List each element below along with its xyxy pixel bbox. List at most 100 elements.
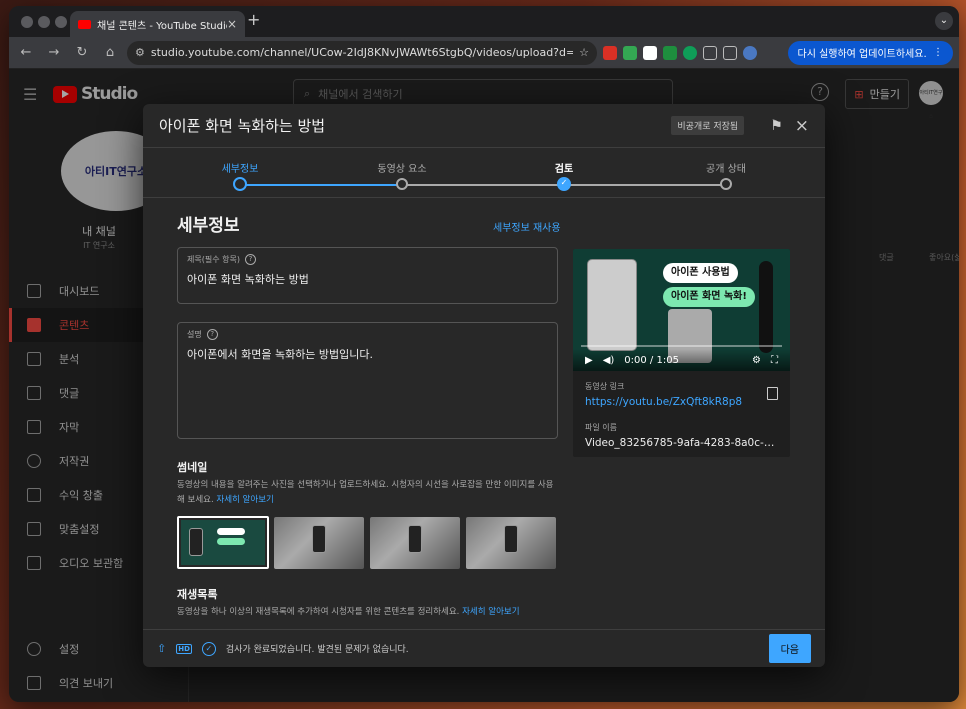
video-meta: 동영상 링크 https://youtu.be/ZxQft8kR8p8 파일 이… (573, 371, 790, 457)
section-title: 세부정보 (177, 216, 240, 236)
step-checks-check-icon[interactable]: ✓ (557, 177, 571, 191)
video-link[interactable]: https://youtu.be/ZxQft8kR8p8 (585, 396, 778, 408)
description-field-value: 아이폰에서 화면을 녹화하는 방법입니다. (187, 348, 374, 361)
reuse-details-link[interactable]: 세부정보 재사용 (493, 219, 561, 234)
play-icon[interactable]: ▶ (585, 355, 593, 366)
thumbnail-image (370, 517, 460, 569)
step-details-label[interactable]: 세부정보 (222, 160, 259, 175)
update-button[interactable]: 다시 실행하여 업데이트하세요. ⋮ (787, 40, 953, 65)
hd-icon[interactable]: HD (176, 643, 192, 654)
dialog-title: 아이폰 화면 녹화하는 방법 (159, 117, 326, 135)
extension-download-icon[interactable] (643, 45, 657, 60)
stepper-line-1 (240, 184, 402, 186)
tab-title: 채널 콘텐츠 - YouTube Studio (97, 20, 227, 32)
phone-image (312, 525, 326, 553)
extension-green-icon[interactable] (623, 45, 637, 60)
playlist-description: 동영상을 하나 이상의 재생목록에 추가하여 시청자를 위한 콘텐츠를 정리하세… (177, 605, 559, 620)
site-settings-icon[interactable]: ⚙ (135, 46, 145, 59)
thumbnail-option-selected[interactable] (177, 516, 269, 569)
video-pill-1: 아이폰 사용법 (663, 263, 738, 283)
upload-stepper: 세부정보 동영상 요소 검토 공개 상태 ✓ (143, 148, 825, 198)
new-tab-icon[interactable]: + (247, 10, 260, 29)
thumbnail-image (274, 517, 364, 569)
home-icon[interactable]: ⌂ (99, 45, 121, 60)
dialog-footer: ⇧ HD ✓ 검사가 완료되었습니다. 발견된 문제가 없습니다. 다음 (143, 629, 825, 667)
thumbnail-learn-more-link[interactable]: 자세히 알아보기 (216, 495, 273, 505)
thumbnail-option-3[interactable] (370, 517, 460, 569)
video-link-label: 동영상 링크 (585, 382, 625, 391)
thumbnail-option-2[interactable] (274, 517, 364, 569)
update-label: 다시 실행하여 업데이트하세요. (797, 49, 927, 60)
step-elements-dot[interactable] (396, 178, 408, 190)
title-field-value: 아이폰 화면 녹화하는 방법 (187, 273, 309, 286)
step-details-dot[interactable] (233, 177, 247, 191)
step-checks-label[interactable]: 검토 (555, 160, 573, 175)
settings-gear-icon[interactable]: ⚙ (752, 355, 761, 366)
file-name-label: 파일 이름 (585, 423, 617, 432)
browser-tab[interactable]: 채널 콘텐츠 - YouTube Studio × (70, 11, 245, 37)
report-issue-icon[interactable]: ⚑ (770, 118, 783, 134)
thumbnail-image (466, 517, 556, 569)
video-side-banner (759, 261, 773, 353)
next-button[interactable]: 다음 (768, 634, 811, 663)
description-field-label-row: 설명? (187, 329, 548, 340)
step-visibility-dot[interactable] (720, 178, 732, 190)
tab-close-icon[interactable]: × (227, 17, 237, 31)
step-elements-label[interactable]: 동영상 요소 (377, 160, 426, 175)
check-status-text: 검사가 완료되었습니다. 발견된 문제가 없습니다. (225, 645, 409, 655)
extensions-puzzle-icon[interactable] (703, 45, 717, 60)
extension-shield-icon[interactable] (683, 45, 697, 60)
thumbnail-image (181, 520, 265, 565)
address-bar[interactable]: ⚙ studio.youtube.com/channel/UCow-2IdJ8K… (127, 40, 597, 65)
volume-icon[interactable]: ◀) (603, 355, 615, 366)
forward-icon[interactable]: → (43, 45, 65, 60)
extension-red-icon[interactable] (603, 45, 617, 60)
thumbnail-option-4[interactable] (466, 517, 556, 569)
thumbnail-pill (217, 538, 245, 545)
title-field[interactable]: 제목(필수 항목)? 아이폰 화면 녹화하는 방법 (177, 247, 558, 304)
reload-icon[interactable]: ↻ (71, 45, 93, 60)
window-close-light[interactable] (21, 16, 33, 28)
video-preview-card: 아이폰 사용법 아이폰 화면 녹화! ▶ ◀) 0:00 / 1:05 ⚙ ⛶ … (573, 249, 790, 457)
phone-image (587, 259, 637, 351)
upload-icon[interactable]: ⇧ (157, 642, 166, 655)
bookmark-star-icon[interactable]: ☆ (579, 46, 589, 59)
thumbnail-description: 동영상의 내용을 알려주는 사진을 선택하거나 업로드하세요. 시청자의 시선을… (177, 478, 559, 508)
window-minimize-light[interactable] (38, 16, 50, 28)
check-complete-icon[interactable]: ✓ (201, 641, 216, 656)
help-icon[interactable]: ? (244, 254, 256, 265)
stepper-line-2 (402, 184, 564, 186)
title-field-label: 제목(필수 항목) (187, 255, 240, 264)
browser-toolbar: ← → ↻ ⌂ ⚙ studio.youtube.com/channel/UCo… (9, 37, 959, 69)
copy-link-icon[interactable] (767, 387, 778, 400)
sidepanel-icon[interactable] (723, 45, 737, 60)
playlist-text: 동영상을 하나 이상의 재생목록에 추가하여 시청자를 위한 콘텐츠를 정리하세… (177, 607, 460, 617)
video-pill-2: 아이폰 화면 녹화! (663, 287, 755, 307)
video-progress-bar[interactable] (581, 345, 782, 347)
profile-icon[interactable] (743, 45, 757, 60)
fullscreen-icon[interactable]: ⛶ (771, 355, 778, 366)
video-player[interactable]: 아이폰 사용법 아이폰 화면 녹화! ▶ ◀) 0:00 / 1:05 ⚙ ⛶ (573, 249, 790, 371)
dialog-body: 세부정보 세부정보 재사용 제목(필수 항목)? 아이폰 화면 녹화하는 방법 … (143, 199, 825, 629)
help-icon[interactable]: ? (206, 329, 218, 340)
thumbnail-heading: 썸네일 (177, 461, 208, 474)
back-icon[interactable]: ← (15, 45, 37, 60)
playlist-learn-more-link[interactable]: 자세히 알아보기 (462, 607, 519, 617)
stepper-line-3 (564, 184, 726, 186)
youtube-favicon-icon (78, 19, 91, 29)
tab-bar: 채널 콘텐츠 - YouTube Studio × + ⌄ (9, 6, 959, 37)
browser-window: 채널 콘텐츠 - YouTube Studio × + ⌄ ← → ↻ ⌂ ⚙ … (9, 6, 959, 702)
video-time: 0:00 / 1:05 (624, 354, 679, 366)
playlist-heading: 재생목록 (177, 588, 218, 601)
description-field-label: 설명 (187, 330, 202, 339)
window-zoom-light[interactable] (55, 16, 67, 28)
step-visibility-label[interactable]: 공개 상태 (706, 160, 746, 175)
tab-search-icon[interactable]: ⌄ (935, 12, 953, 30)
video-controls: ▶ ◀) 0:00 / 1:05 ⚙ ⛶ (573, 349, 790, 371)
phone-image (189, 528, 203, 556)
phone-image (504, 525, 518, 553)
saved-status-badge: 비공개로 저장됨 (671, 116, 745, 135)
extension-leaf-icon[interactable] (663, 45, 677, 60)
close-icon[interactable]: × (795, 116, 809, 136)
description-field[interactable]: 설명? 아이폰에서 화면을 녹화하는 방법입니다. (177, 322, 558, 439)
